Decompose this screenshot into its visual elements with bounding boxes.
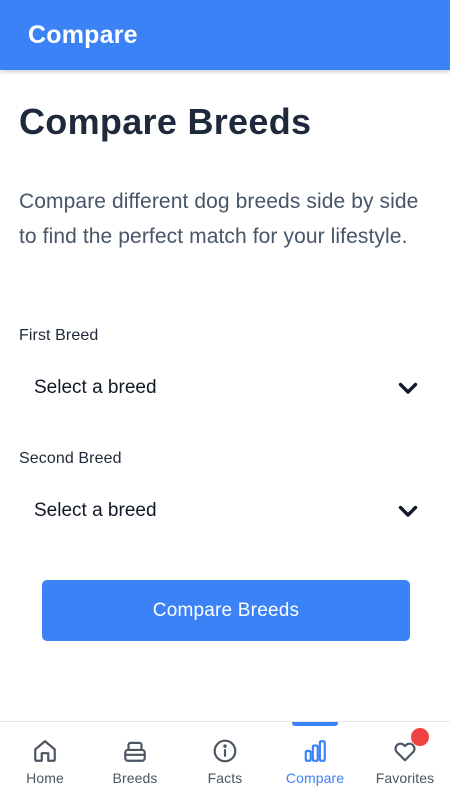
bottom-nav: Home Breeds Facts Compare Favorites xyxy=(0,721,450,800)
compare-breeds-button[interactable]: Compare Breeds xyxy=(42,580,410,641)
nav-label-breeds: Breeds xyxy=(112,770,158,786)
second-breed-select[interactable]: Select a breed xyxy=(19,489,431,533)
info-icon xyxy=(211,737,239,765)
nav-label-home: Home xyxy=(26,770,64,786)
home-icon xyxy=(31,737,59,765)
chevron-down-icon xyxy=(398,504,418,518)
active-tab-indicator xyxy=(292,722,338,726)
nav-item-home[interactable]: Home xyxy=(0,722,90,800)
nav-label-compare: Compare xyxy=(285,770,345,786)
page-description: Compare different dog breeds side by sid… xyxy=(19,190,419,248)
second-breed-label: Second Breed xyxy=(19,450,122,467)
nav-item-compare[interactable]: Compare xyxy=(270,722,360,800)
nav-label-facts: Facts xyxy=(207,770,243,786)
nav-item-facts[interactable]: Facts xyxy=(180,722,270,800)
nav-label-favorites: Favorites xyxy=(375,770,435,786)
main-content: Compare Breeds Compare different dog bre… xyxy=(19,70,431,254)
app-bar-title: Compare xyxy=(28,20,138,49)
page-title: Compare Breeds xyxy=(19,101,312,142)
bar-chart-icon xyxy=(301,737,329,765)
heart-icon xyxy=(391,728,429,765)
notification-badge xyxy=(411,728,429,746)
breeds-icon xyxy=(121,737,149,765)
nav-item-favorites[interactable]: Favorites xyxy=(360,722,450,800)
first-breed-label: First Breed xyxy=(19,327,99,344)
first-breed-select[interactable]: Select a breed xyxy=(19,366,431,410)
first-breed-value: Select a breed xyxy=(34,377,157,398)
app-bar: Compare xyxy=(0,0,450,70)
second-breed-value: Select a breed xyxy=(34,500,157,521)
nav-item-breeds[interactable]: Breeds xyxy=(90,722,180,800)
chevron-down-icon xyxy=(398,381,418,395)
